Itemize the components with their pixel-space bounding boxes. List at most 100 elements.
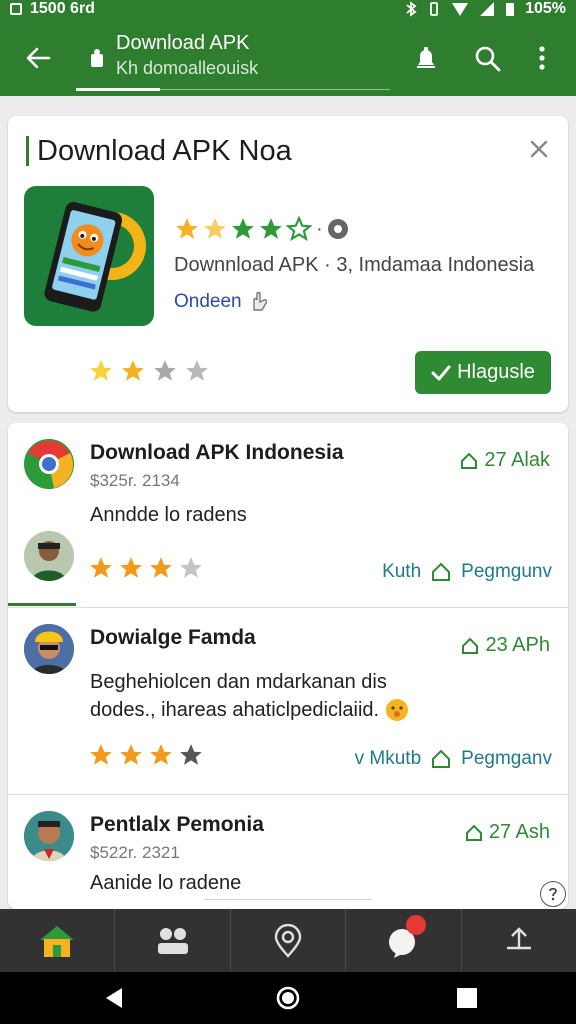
- nav-upload[interactable]: [462, 909, 576, 972]
- user-rating-stars[interactable]: [88, 358, 210, 384]
- search-button[interactable]: [467, 38, 507, 78]
- developer-link[interactable]: Ondeen: [174, 290, 270, 314]
- person-photo-icon: [24, 531, 74, 581]
- search-title-field[interactable]: Download APK Kh domoalleouisk: [76, 28, 390, 91]
- file-icon: [91, 49, 103, 67]
- vibrate-icon: [430, 2, 438, 16]
- search-icon: [475, 46, 501, 72]
- battery-icon: [506, 3, 515, 16]
- star-dark-icon: [180, 744, 202, 765]
- star-empty-icon: [180, 557, 202, 578]
- house-outline-icon: [465, 824, 482, 841]
- star-filled-icon: [150, 744, 172, 765]
- featured-app-card: Download APK Noa · Downnload APK · 3, Im…: [8, 116, 568, 412]
- status-bar: 1500 6rd 105%: [0, 0, 576, 22]
- overflow-menu-button[interactable]: [522, 38, 562, 78]
- upload-icon: [506, 926, 531, 949]
- house-outline-icon: [432, 749, 451, 768]
- status-time: 1500 6rd: [30, 0, 95, 17]
- wifi-icon: [452, 3, 469, 16]
- separator-dot: ·: [316, 217, 323, 240]
- action-link[interactable]: Pegmganv: [461, 748, 552, 770]
- home-icon: [40, 925, 75, 957]
- action-link[interactable]: v Mkutb: [355, 748, 422, 770]
- info-circle-icon: [327, 219, 348, 239]
- help-icon: [549, 887, 557, 901]
- app-bar-title: Download APK: [116, 32, 250, 54]
- item-description: Anndde lo radens: [90, 504, 247, 526]
- avatar: [24, 439, 74, 489]
- check-icon: [431, 365, 451, 380]
- featured-meta: Downnload APK · 3, Imdamaa Indonesia: [174, 254, 535, 276]
- notification-badge: [406, 915, 427, 935]
- nav-messages[interactable]: [346, 909, 462, 972]
- nav-home[interactable]: [0, 909, 116, 972]
- action-link[interactable]: Pegmgunv: [461, 561, 552, 583]
- system-home-icon[interactable]: [276, 986, 300, 1010]
- star-filled-icon[interactable]: [88, 358, 114, 384]
- star-filled-icon[interactable]: [120, 358, 146, 384]
- app-bar: Download APK Kh domoalleouisk: [0, 22, 576, 96]
- item-title: Dowialge Famda: [90, 626, 256, 649]
- close-button[interactable]: [526, 136, 552, 162]
- title-underline-active: [76, 88, 160, 91]
- system-navigation-bar: [0, 972, 576, 1024]
- item-stat: 27 Ash: [465, 821, 550, 844]
- nav-people[interactable]: [115, 909, 231, 972]
- app-icon[interactable]: [24, 186, 154, 326]
- list-item[interactable]: Pentlalx Pemonia $522r. 2321 Aanide lo r…: [8, 795, 568, 909]
- star-empty-icon[interactable]: [184, 358, 210, 384]
- star-empty-icon[interactable]: [152, 358, 178, 384]
- notification-icon: [10, 3, 22, 15]
- battery-level: 105%: [525, 0, 566, 17]
- house-outline-icon: [461, 452, 478, 469]
- location-pin-icon: [274, 923, 302, 958]
- list-item[interactable]: Download APK Indonesia $325r. 2134 Anndd…: [8, 423, 568, 607]
- people-icon: [157, 927, 188, 954]
- item-actions: v Mkutb Pegmganv: [355, 748, 552, 770]
- hand-pointer-icon: [252, 291, 267, 311]
- action-link[interactable]: Kuth: [382, 561, 421, 583]
- chevron-icon: v: [354, 748, 370, 769]
- bell-icon: [417, 47, 435, 68]
- system-back-icon[interactable]: [104, 986, 124, 1010]
- item-description-line2: dodes., ihareas ahaticlpediclaiid.: [90, 696, 409, 724]
- star-filled-icon: [120, 557, 142, 578]
- person-photo-icon: [24, 811, 74, 861]
- app-bar-subtitle: Kh domoalleouisk: [116, 58, 259, 78]
- star-filled-icon: [150, 557, 172, 578]
- signal-icon: [480, 2, 495, 16]
- back-button[interactable]: [20, 40, 56, 76]
- star-outline-icon: [286, 216, 312, 242]
- item-actions: Kuth Pegmgunv: [382, 561, 552, 583]
- item-title: Pentlalx Pemonia: [90, 813, 264, 836]
- notification-bell-button[interactable]: [406, 38, 446, 78]
- list-item[interactable]: Dowialge Famda Beghehiolcen dan mdarkana…: [8, 608, 568, 794]
- chrome-like-logo-icon: [24, 439, 74, 489]
- star-filled-icon: [260, 218, 282, 239]
- item-subtitle: $522r. 2321: [90, 843, 180, 862]
- developer-name: Ondeen: [174, 291, 242, 312]
- star-filled-icon: [204, 218, 226, 239]
- star-filled-icon: [120, 744, 142, 765]
- system-recents-icon[interactable]: [456, 987, 478, 1009]
- item-description: Beghehiolcen dan mdarkanan dis: [90, 671, 387, 693]
- avatar: [24, 811, 74, 861]
- review-list: Download APK Indonesia $325r. 2134 Anndd…: [8, 423, 568, 909]
- active-indicator: [8, 603, 76, 606]
- install-button[interactable]: Hlagusle: [415, 351, 551, 394]
- item-rating: [88, 742, 204, 768]
- arrow-left-icon: [26, 47, 51, 69]
- star-filled-icon: [176, 218, 198, 239]
- avatar: [24, 624, 74, 674]
- person-photo-icon: [24, 624, 74, 674]
- item-title: Download APK Indonesia: [90, 441, 344, 464]
- help-button[interactable]: [540, 881, 566, 907]
- item-stat: 23 APh: [461, 634, 550, 657]
- item-stat-value: 27 Ash: [488, 821, 550, 843]
- nav-location[interactable]: [231, 909, 347, 972]
- install-label: Hlagusle: [457, 361, 535, 383]
- house-outline-icon: [432, 562, 451, 581]
- phone-mascot-icon: [44, 201, 146, 312]
- action-link-label: Mkutb: [369, 748, 422, 769]
